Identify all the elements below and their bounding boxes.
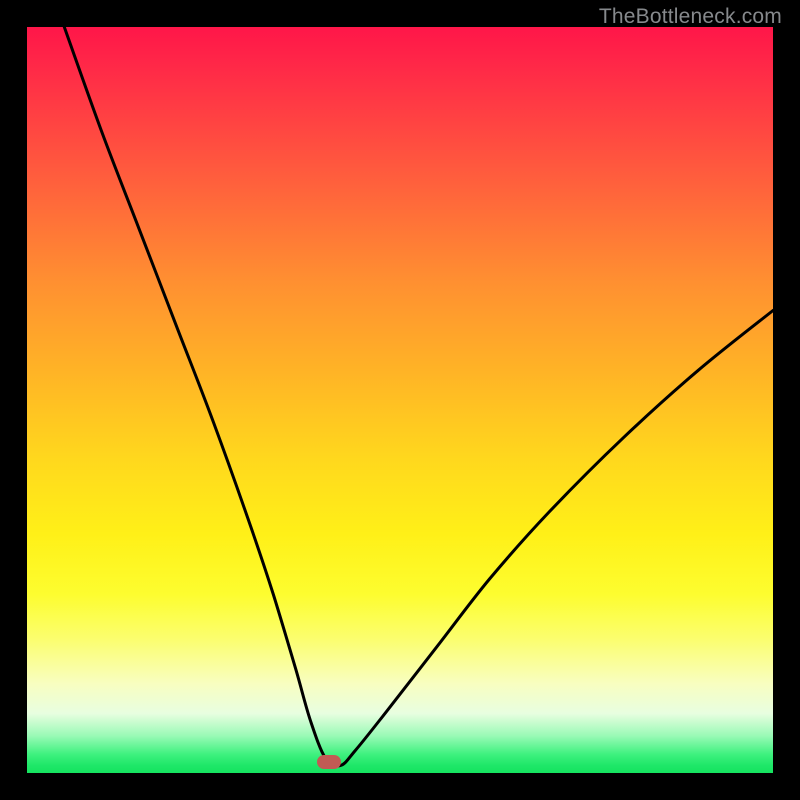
- chart-frame: TheBottleneck.com: [0, 0, 800, 800]
- optimal-marker: [317, 755, 341, 769]
- plot-area: [27, 27, 773, 773]
- bottleneck-curve: [64, 27, 773, 766]
- watermark-label: TheBottleneck.com: [599, 5, 782, 29]
- curve-layer: [27, 27, 773, 773]
